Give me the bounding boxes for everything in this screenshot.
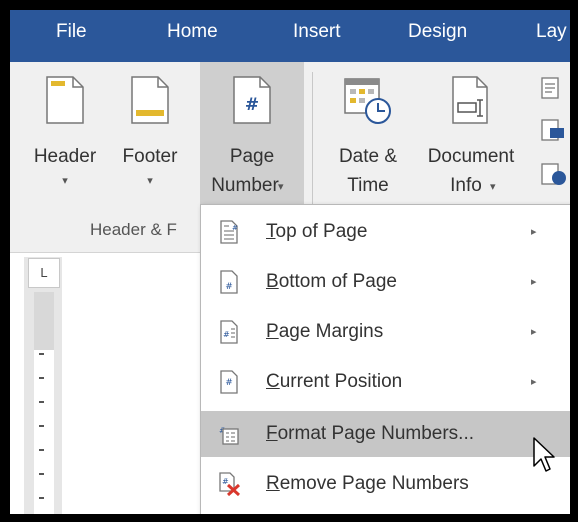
menu-item-format-page-numbers[interactable]: # Format Page Numbers... xyxy=(201,411,570,457)
mnemonic-letter: R xyxy=(266,473,280,494)
header-label: Header xyxy=(33,146,97,167)
current-position-icon: # xyxy=(220,370,238,394)
header-footer-group-label: Header & F xyxy=(90,220,177,239)
document-info-label-line2: Info xyxy=(450,175,482,196)
bottom-of-page-icon: # xyxy=(220,270,238,294)
date-time-label-line2: Time xyxy=(347,175,389,196)
menu-item-label: Bottom of Page xyxy=(266,271,397,293)
submenu-arrow-icon: ▸ xyxy=(531,376,537,388)
top-of-page-icon: # xyxy=(220,220,238,244)
menu-item-label: Top of Page xyxy=(266,221,367,243)
svg-text:#: # xyxy=(222,477,229,486)
word-window: File Home Insert Design Lay Header ▾ Foo… xyxy=(10,10,570,514)
svg-text:#: # xyxy=(225,282,233,292)
menu-item-page-margins[interactable]: # Page Margins ▸ xyxy=(201,309,570,355)
menu-item-label: Current Position xyxy=(266,371,402,393)
document-info-dropdown-icon: ▾ xyxy=(490,181,496,193)
submenu-arrow-icon: ▸ xyxy=(531,276,537,288)
header-button[interactable]: Header ▾ xyxy=(30,62,100,210)
tab-layout[interactable]: Lay xyxy=(536,21,567,43)
menu-item-label: Page Margins xyxy=(266,321,383,343)
mnemonic-letter: P xyxy=(266,321,279,342)
menu-item-text: op of Page xyxy=(275,221,368,242)
menu-item-bottom-of-page[interactable]: # Bottom of Page ▸ xyxy=(201,259,570,305)
date-time-button[interactable]: Date & Time xyxy=(320,62,416,210)
menu-item-text: urrent Position xyxy=(279,371,403,392)
footer-button[interactable]: Footer ▾ xyxy=(116,62,184,210)
header-icon xyxy=(46,76,84,124)
page-number-label-line1: Page xyxy=(229,146,275,167)
format-page-numbers-icon: # xyxy=(219,426,239,445)
menu-item-top-of-page[interactable]: # Top of Page ▸ xyxy=(201,209,570,255)
page-number-label-line2: Number xyxy=(211,175,279,196)
ruler-strip xyxy=(34,292,54,514)
svg-text:#: # xyxy=(232,224,238,232)
footer-icon xyxy=(131,76,169,124)
mnemonic-letter: T xyxy=(266,221,276,242)
svg-text:#: # xyxy=(225,378,233,388)
ruler-margin-shade xyxy=(34,292,54,350)
ruler-tick xyxy=(39,473,44,475)
menu-item-current-position[interactable]: # Current Position ▸ xyxy=(201,359,570,405)
tab-selector-button[interactable]: L xyxy=(28,258,60,288)
ruler-tick xyxy=(39,353,44,355)
ruler-tick xyxy=(39,449,44,451)
page-number-icon: # xyxy=(233,76,271,124)
mnemonic-letter: F xyxy=(266,423,278,444)
menu-item-text: age Margins xyxy=(278,321,384,342)
footer-dropdown-icon: ▾ xyxy=(147,175,153,187)
svg-text:#: # xyxy=(245,95,259,115)
submenu-arrow-icon: ▸ xyxy=(531,326,537,338)
menu-item-text: ormat Page Numbers... xyxy=(277,423,475,444)
page-margins-icon: # xyxy=(220,320,238,344)
svg-text:#: # xyxy=(223,330,230,339)
calendar-clock-icon xyxy=(344,78,391,124)
mouse-cursor-icon xyxy=(533,437,555,472)
page-number-button[interactable]: # Page Number ▾ xyxy=(200,62,304,210)
ruler-tick xyxy=(39,401,44,403)
mnemonic-letter: C xyxy=(266,371,280,392)
menu-item-label: Remove Page Numbers xyxy=(266,473,469,495)
header-dropdown-icon: ▾ xyxy=(62,175,68,187)
document-info-label-line1: Document xyxy=(427,146,515,167)
page-number-dropdown-icon: ▾ xyxy=(278,181,284,193)
quick-parts-icons[interactable] xyxy=(538,76,570,196)
tab-file[interactable]: File xyxy=(56,21,87,43)
ribbon-tab-bar: File Home Insert Design Lay xyxy=(10,10,570,62)
menu-item-label: Format Page Numbers... xyxy=(266,423,474,445)
document-info-icon xyxy=(452,76,488,124)
page-number-menu: # Top of Page ▸ # Bottom of Page ▸ # Pag… xyxy=(200,204,570,514)
remove-page-numbers-icon: # xyxy=(219,472,241,496)
menu-item-remove-page-numbers[interactable]: # Remove Page Numbers xyxy=(201,461,570,507)
tab-home[interactable]: Home xyxy=(167,21,218,43)
submenu-arrow-icon: ▸ xyxy=(531,226,537,238)
menu-item-text: ottom of Page xyxy=(278,271,397,292)
menu-item-text: emove Page Numbers xyxy=(279,473,469,494)
mnemonic-letter: B xyxy=(266,271,279,292)
document-info-button[interactable]: Document Info ▾ xyxy=(418,62,524,210)
ruler-tick xyxy=(39,497,44,499)
tab-insert[interactable]: Insert xyxy=(293,21,341,43)
ruler-tick xyxy=(39,425,44,427)
tab-design[interactable]: Design xyxy=(408,21,467,43)
ruler-tick xyxy=(39,377,44,379)
footer-label: Footer xyxy=(122,146,178,167)
date-time-label-line1: Date & xyxy=(338,146,398,167)
